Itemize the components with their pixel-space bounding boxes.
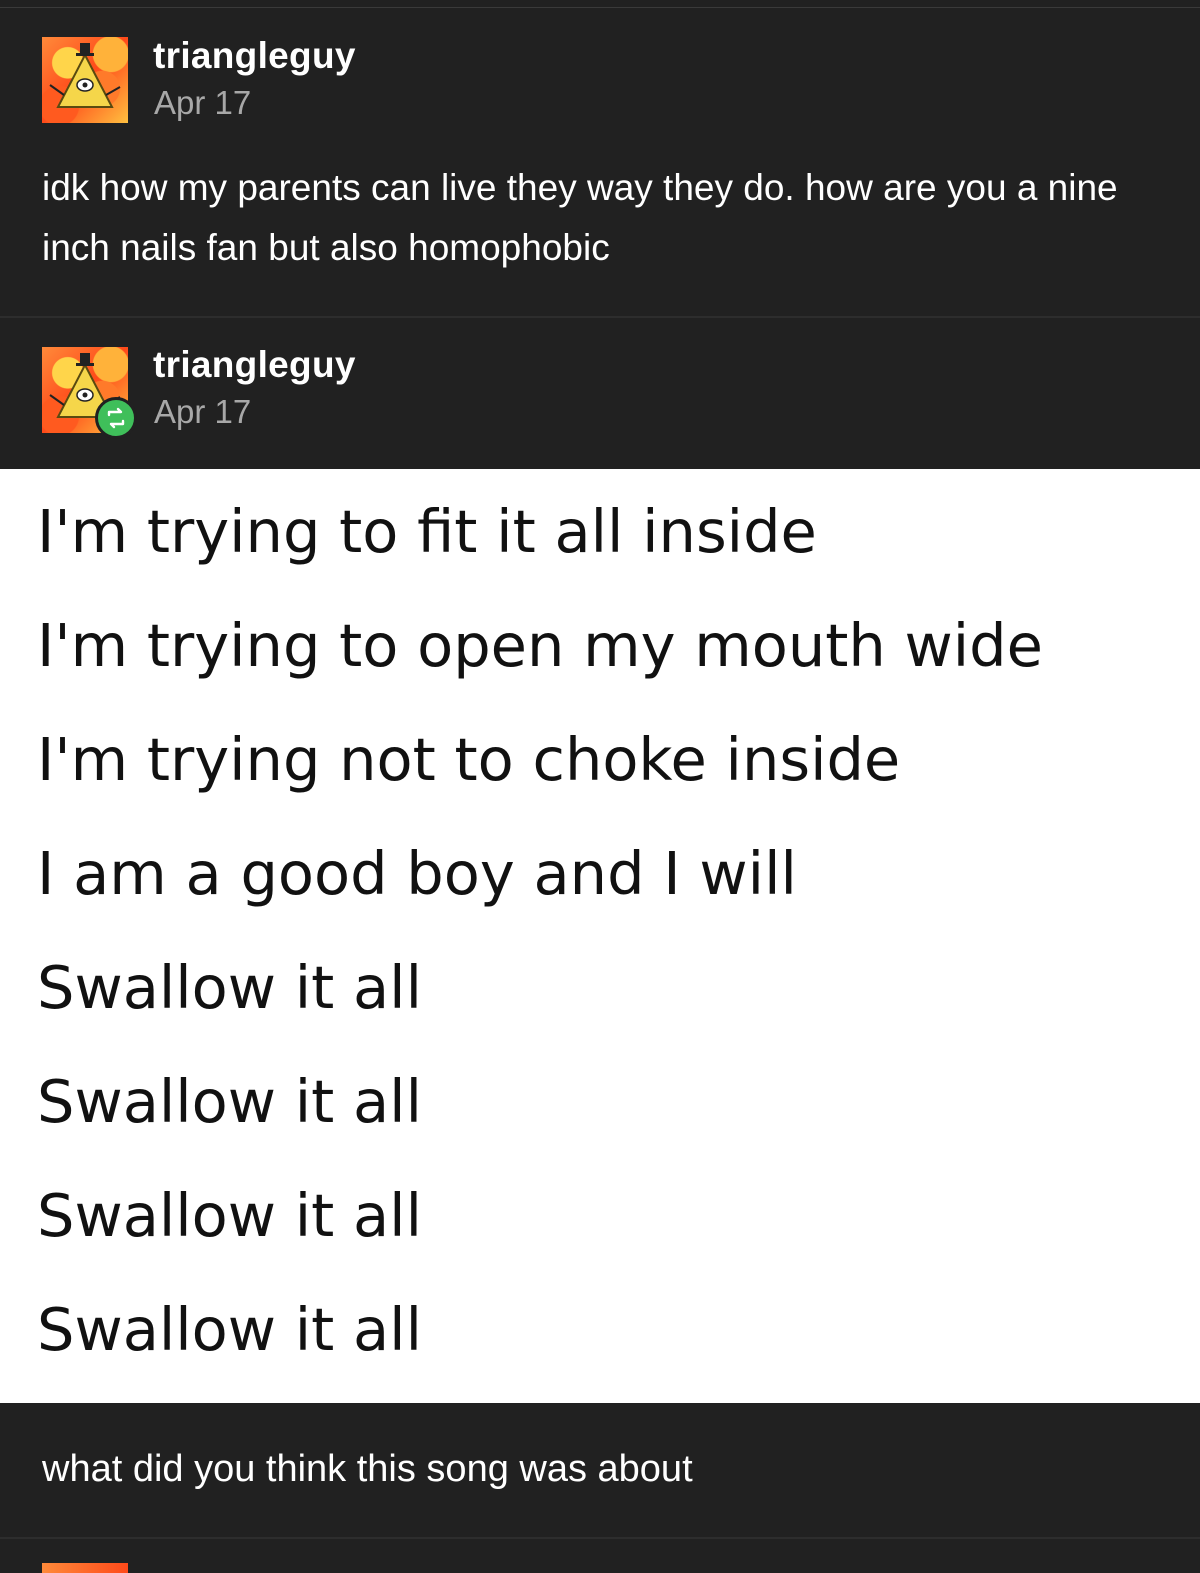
triangle-character-icon bbox=[49, 43, 121, 108]
lyric-line: I'm trying to open my mouth wide bbox=[37, 611, 1043, 680]
lyric-line: Swallow it all bbox=[37, 1067, 422, 1136]
post-caption: what did you think this song was about bbox=[42, 1448, 693, 1490]
lyric-line: Swallow it all bbox=[37, 1181, 422, 1250]
avatar[interactable] bbox=[42, 1563, 128, 1573]
post-date[interactable]: Apr 17 bbox=[154, 393, 251, 431]
lyric-line: I'm trying not to choke inside bbox=[37, 725, 901, 794]
post-date[interactable]: Apr 17 bbox=[154, 84, 251, 122]
lyric-line: I'm trying to fit it all inside bbox=[37, 497, 817, 566]
username[interactable]: triangleguy bbox=[153, 35, 356, 77]
lyrics-screenshot: I'm trying to fit it all inside I'm tryi… bbox=[0, 469, 1200, 1403]
post-divider bbox=[0, 316, 1200, 318]
lyric-line: Swallow it all bbox=[37, 953, 422, 1022]
post-divider bbox=[0, 1537, 1200, 1539]
post-text: idk how my parents can live they way the… bbox=[42, 167, 1118, 268]
top-divider bbox=[0, 7, 1200, 8]
username[interactable]: triangleguy bbox=[153, 344, 356, 386]
lyric-line: Swallow it all bbox=[37, 1295, 422, 1364]
avatar[interactable] bbox=[42, 37, 128, 123]
lyric-line: I am a good boy and I will bbox=[37, 839, 797, 908]
reblog-icon bbox=[95, 397, 137, 439]
